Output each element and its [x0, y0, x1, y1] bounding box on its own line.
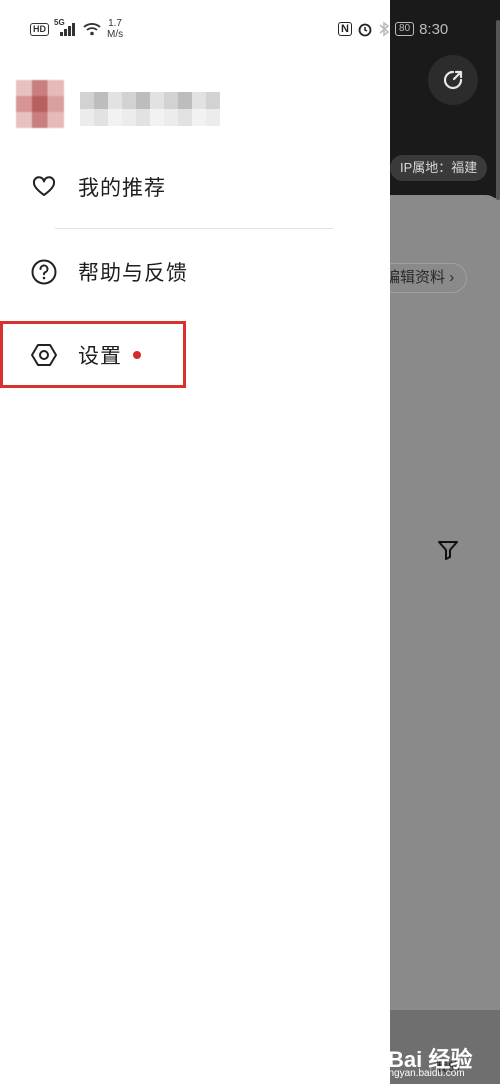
- nfc-icon: N: [338, 22, 352, 36]
- chevron-right-icon: ›: [449, 269, 455, 286]
- network-speed: 1.7 M/s: [107, 18, 123, 40]
- hd-badge: HD: [30, 22, 49, 36]
- status-bar-right: N 80 8:30: [338, 18, 448, 40]
- baidu-jingyan-watermark: Bai 经验 jingyan.baidu.com: [380, 1020, 500, 1084]
- avatar[interactable]: [16, 80, 64, 128]
- watermark-url: jingyan.baidu.com: [384, 1068, 465, 1079]
- menu-label-my-recommendations: 我的推荐: [78, 177, 166, 200]
- side-drawer: 我的推荐 帮助与反馈 设置: [0, 0, 390, 1084]
- network-speed-value: 1.7: [108, 18, 122, 29]
- menu-label-help-feedback: 帮助与反馈: [78, 262, 188, 285]
- edit-profile-label: 编辑资料: [385, 269, 446, 286]
- highlight-box: [0, 321, 186, 388]
- menu-item-my-recommendations[interactable]: 我的推荐: [0, 155, 390, 219]
- share-icon: [443, 70, 463, 90]
- scrollbar[interactable]: [496, 20, 500, 200]
- menu-item-help-feedback[interactable]: 帮助与反馈: [0, 240, 390, 304]
- divider: [55, 228, 333, 229]
- status-time: 8:30: [419, 20, 449, 38]
- filter-icon[interactable]: [436, 538, 460, 562]
- screen: IP属地：福建 编辑资料 › 我的 我的推荐 帮助与反馈 设置 HD 5G 1.…: [0, 0, 500, 1084]
- wifi-icon: [83, 23, 101, 36]
- question-circle-icon: [30, 258, 58, 286]
- profile-card: [380, 195, 500, 1010]
- battery-level: 80: [398, 23, 411, 34]
- bluetooth-icon: [379, 21, 390, 37]
- signal-icon: 5G: [54, 18, 77, 36]
- username-blurred[interactable]: [80, 92, 220, 126]
- alarm-icon: [358, 23, 372, 37]
- network-speed-unit: M/s: [107, 29, 124, 40]
- heart-icon: [30, 173, 58, 201]
- battery-icon: 80: [394, 22, 415, 36]
- edit-profile-button[interactable]: 编辑资料 ›: [378, 263, 468, 293]
- status-bar-left: HD 5G 1.7 M/s: [30, 18, 123, 40]
- network-type-label: 5G: [54, 18, 65, 27]
- share-button[interactable]: [428, 55, 478, 105]
- ip-location-badge: IP属地：福建: [390, 155, 488, 181]
